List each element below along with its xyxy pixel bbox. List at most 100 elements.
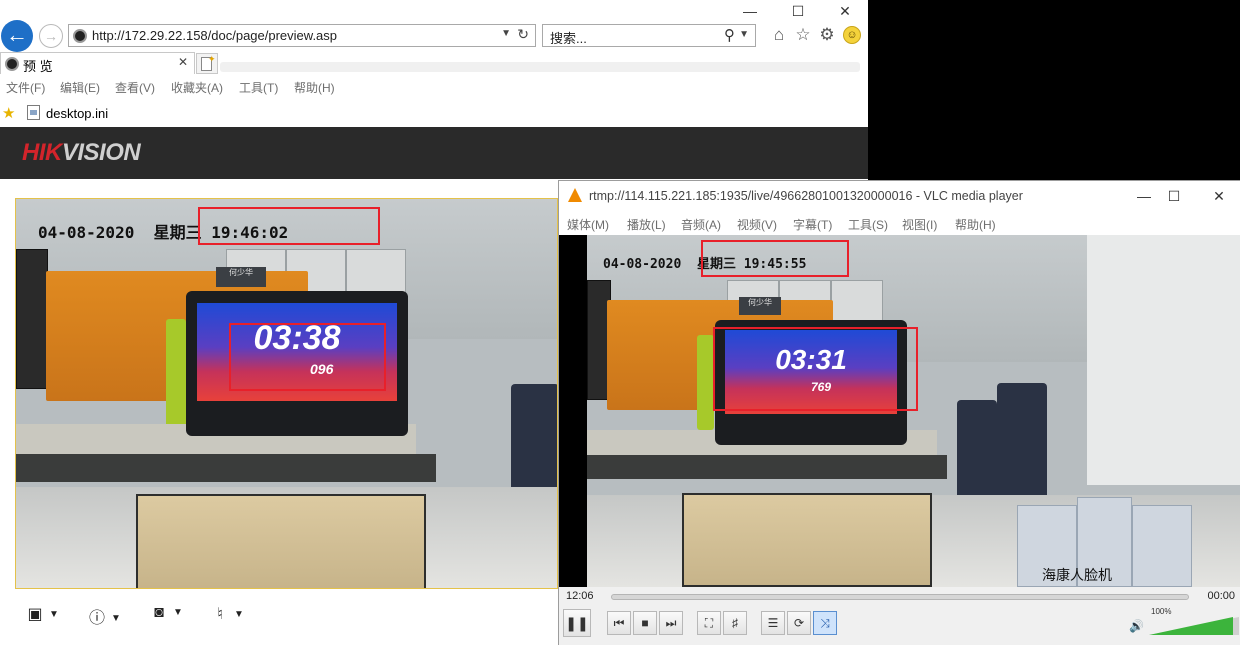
annotation-box-timestamp [198, 207, 380, 245]
layout-icon: ▣ [27, 606, 43, 623]
menu-tools[interactable]: 工具(T) [239, 79, 278, 96]
close-button[interactable]: ✕ [825, 0, 865, 20]
equalizer-icon: ♯ [732, 616, 738, 630]
vlc-titlebar: rtmp://114.115.221.185:1935/live/4966280… [559, 181, 1240, 211]
playlist-icon: ☰ [767, 616, 779, 630]
favorites-bar: ★ desktop.ini [0, 100, 868, 126]
monitor-left [16, 249, 48, 389]
annotation-box-screen [713, 327, 918, 411]
fullscreen-button[interactable]: ⛶ [697, 611, 721, 635]
water-bottle [1132, 505, 1192, 587]
desk-drawer [136, 494, 426, 588]
home-icon[interactable]: ⌂ [769, 25, 789, 45]
stream-info-button[interactable]: ⓘ ▼ [87, 604, 121, 628]
green-bottle [166, 319, 186, 431]
minimize-button[interactable]: — [730, 0, 770, 20]
next-button[interactable]: ⏭ [659, 611, 683, 635]
microphone-icon: ♮ [217, 606, 223, 623]
chevron-down-icon: ▼ [173, 607, 183, 618]
menu-file[interactable]: 文件(F) [6, 79, 45, 96]
favorites-star-icon[interactable]: ★ [2, 104, 15, 122]
previous-button[interactable]: ⏮ [607, 611, 631, 635]
star-icon[interactable]: ☆ [793, 25, 813, 45]
extended-settings-button[interactable]: ♯ [723, 611, 747, 635]
vlc-cone-icon [568, 188, 582, 202]
info-icon: ⓘ [88, 610, 105, 627]
vlc-video-area[interactable]: 何少华 03:31 769 04-08-2020 星期三 19:45:55 海康… [559, 235, 1240, 587]
address-url[interactable]: http://172.29.22.158/doc/page/preview.as… [92, 28, 337, 43]
menu-edit[interactable]: 编辑(E) [60, 79, 100, 96]
loop-button[interactable]: ⟳ [787, 611, 811, 635]
search-input[interactable]: 搜索... [550, 28, 587, 47]
arrow-left-icon[interactable]: ← [1, 20, 33, 52]
tab-label: 预 览 [23, 59, 53, 74]
file-icon [27, 105, 40, 120]
maximize-button[interactable]: ☐ [1154, 184, 1194, 208]
camera-scene: 何少华 03:38 096 04-08-2020 星期三 19:46:02 [16, 199, 557, 588]
white-wall [1087, 235, 1240, 485]
tab-favicon-icon [5, 57, 19, 71]
menu-video[interactable]: 视频(V) [737, 216, 777, 233]
maximize-button[interactable]: ☐ [778, 0, 818, 20]
menu-subtitle[interactable]: 字幕(T) [793, 216, 832, 233]
shuffle-button[interactable]: ⤨ [813, 611, 837, 635]
vlc-controls: ❚❚ ⏮ ■ ⏭ ⛶ ♯ ☰ ⟳ ⤨ 🔊 100% [559, 607, 1240, 645]
hikvision-logo: HIKVISION [22, 139, 141, 166]
nameplate: 何少华 [739, 297, 781, 315]
ie-preview-video[interactable]: 何少华 03:38 096 04-08-2020 星期三 19:46:02 [15, 198, 558, 589]
close-button[interactable]: ✕ [1199, 184, 1239, 208]
gear-icon[interactable]: ⚙ [817, 25, 837, 45]
search-icon[interactable]: ⚲ [724, 26, 735, 44]
smiley-icon[interactable]: ☺ [843, 26, 861, 44]
hikvision-header: HIKVISION [0, 127, 868, 179]
desk-drawer [682, 493, 932, 587]
favorite-link[interactable]: desktop.ini [46, 106, 108, 121]
menu-help[interactable]: 帮助(H) [955, 216, 996, 233]
wall-cabinet [831, 280, 883, 325]
menu-help[interactable]: 帮助(H) [294, 79, 335, 96]
volume-slider-fill[interactable] [1149, 617, 1233, 635]
menu-playback[interactable]: 播放(L) [627, 216, 666, 233]
seek-slider[interactable] [611, 594, 1189, 600]
close-icon[interactable]: ✕ [178, 55, 188, 69]
tab-preview[interactable]: 预 览 ✕ [0, 52, 195, 74]
ie-navigation-row: ← → http://172.29.22.158/doc/page/previe… [0, 18, 868, 52]
speaker-icon[interactable]: 🔊 [1129, 619, 1144, 633]
elapsed-time: 12:06 [566, 590, 594, 602]
camera-settings-button[interactable]: ◙ ▼ [149, 604, 183, 628]
stop-button[interactable]: ■ [633, 611, 657, 635]
shuffle-icon: ⤨ [820, 616, 830, 630]
vlc-menubar: 媒体(M) 播放(L) 音频(A) 视频(V) 字幕(T) 工具(S) 视图(I… [559, 211, 1240, 235]
volume-control[interactable]: 🔊 100% [1129, 607, 1239, 637]
menu-media[interactable]: 媒体(M) [567, 216, 609, 233]
window-layout-button[interactable]: ▣ ▼ [25, 604, 58, 628]
pause-button[interactable]: ❚❚ [563, 609, 591, 637]
audio-button[interactable]: ♮ ▼ [210, 604, 244, 628]
menu-view[interactable]: 视图(I) [902, 216, 937, 233]
new-tab-button[interactable]: ✦ [196, 53, 218, 74]
vlc-window-title: rtmp://114.115.221.185:1935/live/4966280… [589, 189, 1023, 203]
menu-favorites[interactable]: 收藏夹(A) [171, 79, 223, 96]
ie-titlebar: — ☐ ✕ [0, 0, 868, 20]
refresh-icon[interactable]: ↻ [517, 26, 529, 43]
site-favicon-icon [73, 29, 87, 43]
stop-icon: ■ [641, 616, 649, 630]
menu-audio[interactable]: 音频(A) [681, 216, 721, 233]
green-bottle [697, 335, 714, 430]
search-box[interactable]: 搜索... ⚲ ▼ [542, 24, 756, 47]
desk-edge [16, 454, 436, 482]
menu-tools[interactable]: 工具(S) [848, 216, 888, 233]
camera-icon: ◙ [154, 604, 164, 621]
ie-tab-row: 预 览 ✕ ✦ [0, 52, 868, 74]
chevron-down-icon[interactable]: ▼ [739, 29, 749, 40]
playlist-button[interactable]: ☰ [761, 611, 785, 635]
arrow-right-icon[interactable]: → [39, 24, 63, 48]
desk-edge [587, 455, 947, 479]
address-bar[interactable]: http://172.29.22.158/doc/page/preview.as… [68, 24, 536, 47]
skip-back-icon: ⏮ [613, 616, 625, 630]
menu-view[interactable]: 查看(V) [115, 79, 155, 96]
chevron-down-icon: ▼ [234, 609, 244, 620]
tab-strip-fill [220, 62, 860, 72]
chevron-down-icon[interactable]: ▼ [501, 28, 511, 39]
pause-icon: ❚❚ [565, 615, 589, 631]
